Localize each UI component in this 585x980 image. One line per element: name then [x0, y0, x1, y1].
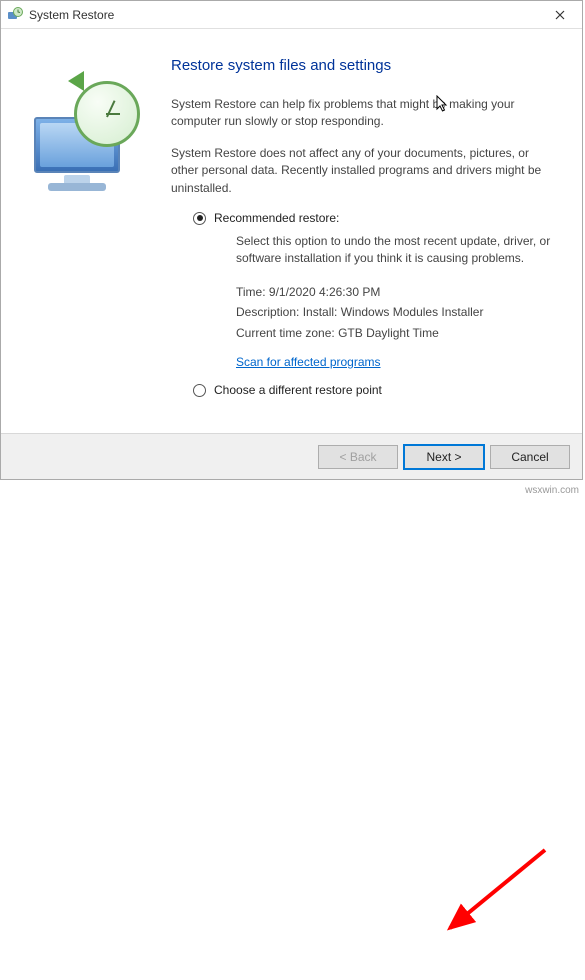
meta-time: Time: 9/1/2020 4:26:30 PM	[236, 282, 554, 302]
watermark: wsxwin.com	[525, 485, 579, 496]
back-button: < Back	[318, 445, 398, 469]
option-recommended-desc: Select this option to undo the most rece…	[236, 233, 554, 268]
restore-point-meta: Time: 9/1/2020 4:26:30 PM Description: I…	[236, 282, 554, 343]
titlebar: System Restore	[1, 1, 582, 29]
restore-options: Recommended restore: Select this option …	[193, 211, 554, 397]
intro-paragraph-2: System Restore does not affect any of yo…	[171, 145, 554, 197]
radio-recommended[interactable]	[193, 212, 206, 225]
meta-timezone: Current time zone: GTB Daylight Time	[236, 323, 554, 343]
annotation-arrow	[0, 480, 585, 980]
page-heading: Restore system files and settings	[171, 57, 554, 74]
next-button[interactable]: Next >	[404, 445, 484, 469]
cursor-icon	[436, 95, 450, 113]
option-choose-different[interactable]: Choose a different restore point	[193, 383, 554, 397]
meta-time-value: 9/1/2020 4:26:30 PM	[269, 285, 380, 299]
window-title: System Restore	[29, 8, 114, 22]
system-restore-icon	[7, 7, 23, 23]
meta-description: Description: Install: Windows Modules In…	[236, 302, 554, 322]
option-recommended[interactable]: Recommended restore:	[193, 211, 554, 225]
close-icon	[555, 10, 565, 20]
wizard-footer: < Back Next > Cancel	[1, 433, 582, 479]
intro-paragraph-1: System Restore can help fix problems tha…	[171, 96, 554, 131]
cancel-button[interactable]: Cancel	[490, 445, 570, 469]
content-area: Restore system files and settings System…	[1, 29, 582, 433]
option-choose-label: Choose a different restore point	[214, 383, 382, 397]
meta-desc-value: Install: Windows Modules Installer	[303, 305, 484, 319]
radio-choose-different[interactable]	[193, 384, 206, 397]
close-button[interactable]	[538, 1, 582, 29]
right-panel: Restore system files and settings System…	[171, 29, 582, 433]
system-restore-window: System Restore Restore system files and …	[0, 0, 583, 480]
meta-time-label: Time:	[236, 285, 266, 299]
meta-desc-label: Description:	[236, 305, 299, 319]
meta-tz-label: Current time zone:	[236, 326, 335, 340]
meta-tz-value: GTB Daylight Time	[338, 326, 439, 340]
option-recommended-label: Recommended restore:	[214, 211, 339, 225]
system-restore-artwork	[26, 69, 146, 189]
scan-affected-programs-link[interactable]: Scan for affected programs	[236, 355, 381, 369]
left-panel	[1, 29, 171, 433]
